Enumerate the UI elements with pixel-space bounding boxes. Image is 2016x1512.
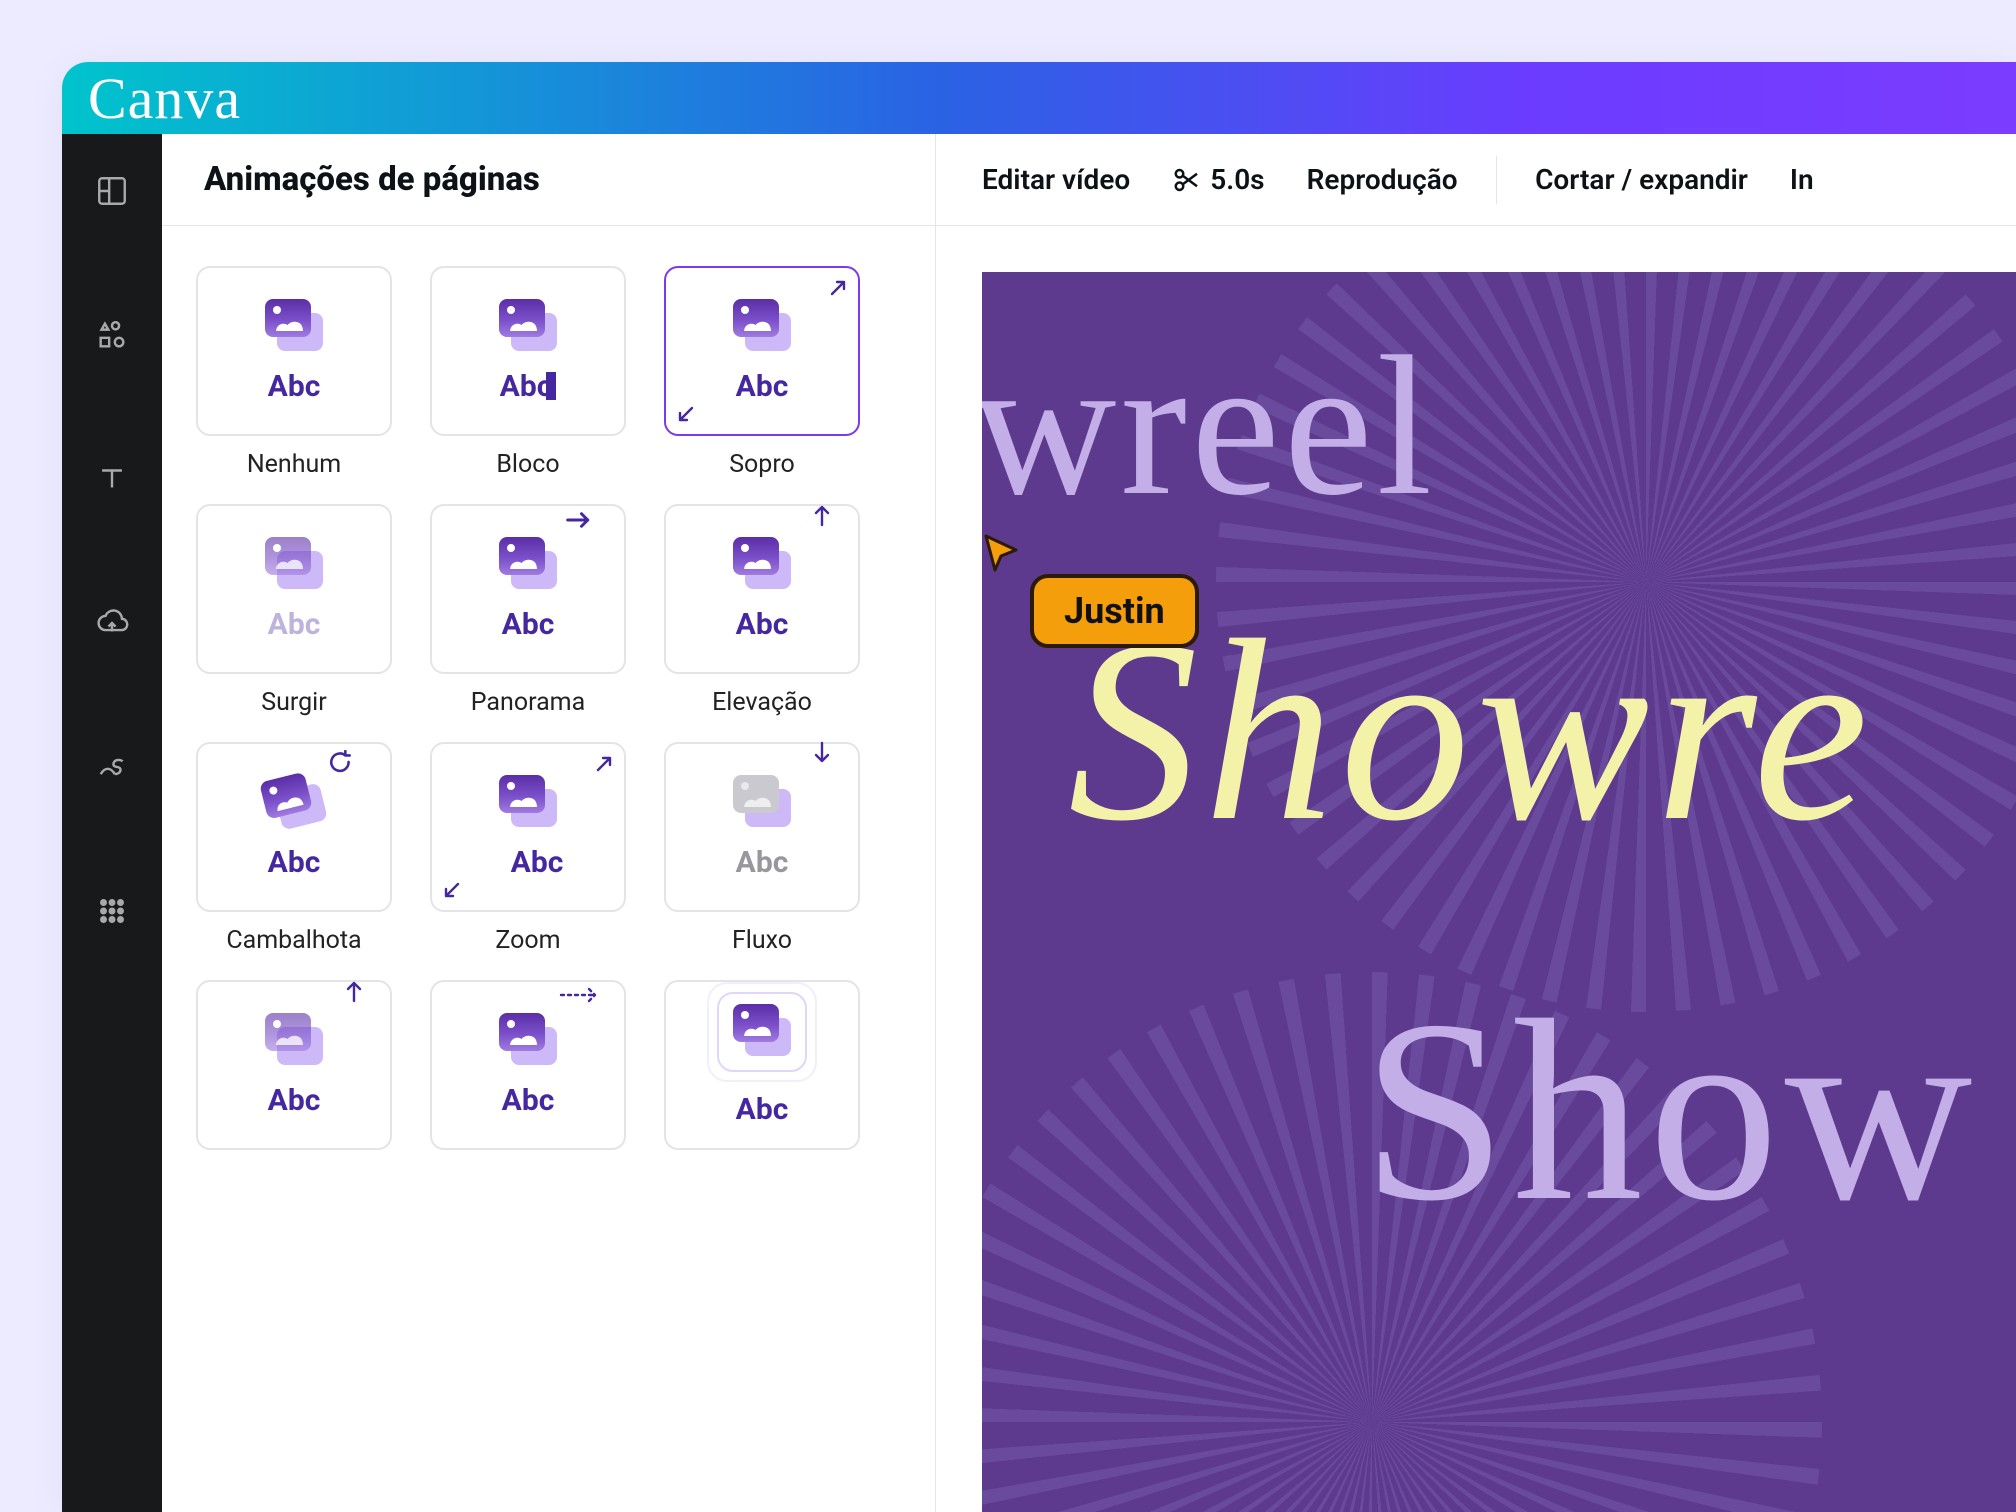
anim-label: Surgir <box>261 688 326 722</box>
arrow-right-dashed-icon <box>558 986 602 1004</box>
duration-button[interactable]: 5.0s <box>1168 157 1268 202</box>
uploads-icon[interactable] <box>93 604 131 642</box>
anim-sopro[interactable]: Abc <box>664 266 860 436</box>
anim-sample-text: Abc <box>268 607 321 642</box>
anim-label: Elevação <box>712 688 812 722</box>
anim-label: Fluxo <box>732 926 792 960</box>
canvas-text-3[interactable]: Show <box>1362 962 1978 1261</box>
templates-icon[interactable] <box>93 172 131 210</box>
anim-panorama[interactable]: Abc <box>430 504 626 674</box>
brand-logo: Canva <box>88 65 241 132</box>
app-frame: Canva <box>62 62 2016 1512</box>
design-canvas[interactable]: wreel Showre Show <box>982 272 2016 1512</box>
anim-sample-text: Abc <box>502 1083 555 1118</box>
anim-cambalhota[interactable]: Abc <box>196 742 392 912</box>
titlebar: Canva <box>62 62 2016 134</box>
anim-sample-text: Abc <box>736 1092 789 1127</box>
anim-label: Cambalhota <box>226 926 361 960</box>
anim-thumb-icon <box>261 299 327 355</box>
side-rail <box>62 134 162 1512</box>
anim-thumb-icon <box>495 299 561 355</box>
anim-label: Zoom <box>495 926 560 960</box>
anim-thumb-icon <box>729 299 795 355</box>
anim-zoom[interactable]: Abc <box>430 742 626 912</box>
scissors-icon <box>1172 165 1202 195</box>
anim-sample-text: Abc <box>268 845 321 880</box>
anim-thumb-icon <box>729 537 795 593</box>
collaborator-cursor-icon <box>982 532 1022 576</box>
anim-label: Sopro <box>729 450 795 484</box>
anim-surgir[interactable]: Abc <box>196 504 392 674</box>
crop-expand-button[interactable]: Cortar / expandir <box>1531 157 1752 202</box>
anim-thumb-icon <box>495 537 561 593</box>
elements-icon[interactable] <box>93 316 131 354</box>
expand-sw-icon <box>674 402 698 426</box>
anim-elevacao[interactable]: Abc <box>664 504 860 674</box>
editor-stage: Editar vídeo 5.0s Reprodução Cortar / ex… <box>936 134 2016 1512</box>
animation-grid: Abc Nenhum Abc Bloco <box>162 226 935 1198</box>
anim-thumb-icon <box>495 775 561 831</box>
rotate-icon <box>328 750 354 776</box>
anim-thumb-icon <box>261 537 327 593</box>
arrow-up-icon <box>344 978 364 1004</box>
anim-sample-text: Abc <box>268 369 321 404</box>
text-icon[interactable] <box>93 460 131 498</box>
anim-sample-text: Abc <box>736 607 789 642</box>
anim-label: Panorama <box>471 688 585 722</box>
anim-fluxo[interactable]: Abc <box>664 742 860 912</box>
anim-thumb-icon <box>495 1013 561 1069</box>
edit-video-button[interactable]: Editar vídeo <box>978 157 1134 202</box>
anim-sample-text: Abc <box>502 607 555 642</box>
anim-nenhum[interactable]: Abc <box>196 266 392 436</box>
toolbar-separator <box>1496 156 1498 204</box>
anim-option-12[interactable]: Abc <box>664 980 860 1150</box>
expand-ne-icon <box>826 276 850 300</box>
arrow-down-icon <box>812 740 832 766</box>
canvas-area[interactable]: wreel Showre Show <box>936 226 2016 1512</box>
more-button[interactable]: In <box>1786 157 1818 202</box>
expand-sw-icon <box>440 878 464 902</box>
anim-thumb-icon <box>255 767 333 837</box>
anim-sample-text: Abc <box>500 369 557 404</box>
anim-label: Nenhum <box>247 450 341 484</box>
anim-sample-text: Abc <box>736 369 789 404</box>
anim-sample-text: Abc <box>268 1083 321 1118</box>
arrow-up-icon <box>812 502 832 528</box>
apps-icon[interactable] <box>93 892 131 930</box>
expand-ne-icon <box>592 752 616 776</box>
workspace: Animações de páginas Abc Nenhum Abc <box>62 134 2016 1512</box>
anim-label: Bloco <box>496 450 559 484</box>
collaborator-name-tag: Justin <box>1030 574 1199 648</box>
anim-thumb-icon <box>729 775 795 831</box>
animations-panel: Animações de páginas Abc Nenhum Abc <box>162 134 936 1512</box>
playback-button[interactable]: Reprodução <box>1303 157 1462 202</box>
anim-bloco[interactable]: Abc <box>430 266 626 436</box>
anim-option-11[interactable]: Abc <box>430 980 626 1150</box>
anim-sample-text: Abc <box>736 845 789 880</box>
anim-thumb-icon <box>729 1004 795 1060</box>
arrow-right-icon <box>564 510 594 530</box>
panel-title: Animações de páginas <box>162 134 935 226</box>
anim-thumb-icon <box>261 1013 327 1069</box>
anim-option-10[interactable]: Abc <box>196 980 392 1150</box>
context-toolbar: Editar vídeo 5.0s Reprodução Cortar / ex… <box>936 134 2016 226</box>
canvas-text-1[interactable]: wreel <box>982 312 1436 541</box>
anim-sample-text: Abc <box>511 845 564 880</box>
draw-icon[interactable] <box>93 748 131 786</box>
